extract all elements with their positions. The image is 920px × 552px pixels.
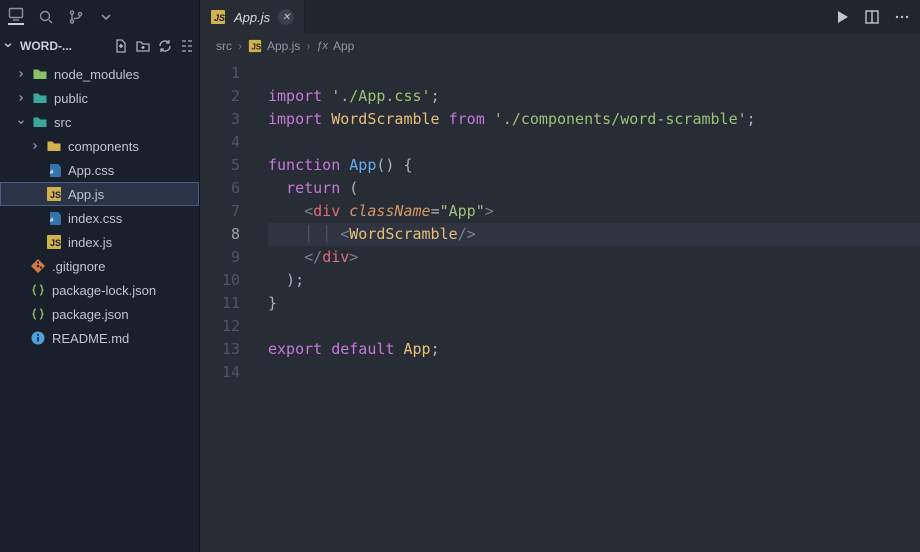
line-gutter: 1234567891011121314: [200, 58, 256, 552]
chevron-right-icon: [30, 141, 40, 151]
js-file-icon: JS: [248, 39, 262, 53]
more-icon[interactable]: [894, 9, 910, 25]
editor-area: JS App.js ✕ src › JS App.js › ƒx App 123…: [200, 0, 920, 552]
new-file-icon[interactable]: [113, 38, 129, 54]
chevron-right-icon: [16, 93, 26, 103]
tree-item-label: App.js: [68, 187, 104, 202]
tree-item-label: components: [68, 139, 139, 154]
folder-icon: [32, 90, 48, 106]
folder-icon: [46, 138, 62, 154]
tree-item-label: index.css: [68, 211, 122, 226]
svg-text:JS: JS: [214, 13, 225, 23]
tab-app-js[interactable]: JS App.js ✕: [200, 0, 305, 34]
explorer-section-header[interactable]: WORD-...: [0, 34, 199, 58]
tree-item-label: README.md: [52, 331, 129, 346]
file-info-icon: [30, 330, 46, 346]
tree-item-label: .gitignore: [52, 259, 105, 274]
breadcrumb-src: src: [216, 39, 232, 53]
folder-components[interactable]: components: [0, 134, 199, 158]
file-git-icon: [30, 258, 46, 274]
breadcrumb-file: JS App.js: [248, 39, 300, 53]
new-folder-icon[interactable]: [135, 38, 151, 54]
file-tree: node_modulespublic src components # App.css J…: [0, 58, 199, 350]
collapse-all-icon[interactable]: [179, 38, 195, 54]
folder-node-modules[interactable]: node_modules: [0, 62, 199, 86]
folder-public[interactable]: public: [0, 86, 199, 110]
sidebar-topbar: [0, 0, 199, 34]
file-css-icon: #: [46, 162, 62, 178]
tree-item-label: node_modules: [54, 67, 139, 82]
tree-item-label: src: [54, 115, 71, 130]
search-icon[interactable]: [38, 9, 54, 25]
tab-bar: JS App.js ✕: [200, 0, 920, 34]
chevron-right-icon: ›: [238, 39, 242, 53]
js-file-icon: JS: [210, 9, 226, 25]
chevron-down-icon[interactable]: [98, 9, 114, 25]
file-js-icon: JS: [46, 186, 62, 202]
branch-icon[interactable]: [68, 9, 84, 25]
file-css-icon: #: [46, 210, 62, 226]
file-package-lock-json[interactable]: package-lock.json: [0, 278, 199, 302]
file--gitignore[interactable]: .gitignore: [0, 254, 199, 278]
file-package-json[interactable]: package.json: [0, 302, 199, 326]
explorer-icon[interactable]: [8, 9, 24, 25]
file-readme-md[interactable]: README.md: [0, 326, 199, 350]
sidebar: WORD-... node_modulespublic src components…: [0, 0, 200, 552]
refresh-icon[interactable]: [157, 38, 173, 54]
run-icon[interactable]: [834, 9, 850, 25]
breadcrumb[interactable]: src › JS App.js › ƒx App: [200, 34, 920, 58]
file-app-css[interactable]: # App.css: [0, 158, 199, 182]
workspace-name: WORD-...: [20, 39, 109, 53]
tree-item-label: package-lock.json: [52, 283, 156, 298]
file-json-icon: [30, 282, 46, 298]
chevron-right-icon: [16, 69, 26, 79]
tree-item-label: index.js: [68, 235, 112, 250]
svg-text:JS: JS: [50, 190, 61, 200]
chevron-right-icon: ›: [306, 39, 310, 53]
svg-text:JS: JS: [50, 238, 61, 248]
code-body[interactable]: import './App.css';import WordScramble f…: [256, 58, 920, 552]
folder-icon: [32, 66, 48, 82]
code-editor[interactable]: 1234567891011121314 import './App.css';i…: [200, 58, 920, 552]
folder-icon: [32, 114, 48, 130]
folder-src[interactable]: src: [0, 110, 199, 134]
explorer-actions: [113, 38, 195, 54]
chevron-down-icon: [2, 39, 16, 54]
split-editor-icon[interactable]: [864, 9, 880, 25]
tabbar-actions: [834, 0, 920, 34]
file-index-css[interactable]: # index.css: [0, 206, 199, 230]
file-js-icon: JS: [46, 234, 62, 250]
chevron-down-icon: [16, 117, 26, 127]
file-index-js[interactable]: JS index.js: [0, 230, 199, 254]
tree-item-label: public: [54, 91, 88, 106]
tab-label: App.js: [234, 10, 270, 25]
tree-item-label: package.json: [52, 307, 129, 322]
tree-item-label: App.css: [68, 163, 114, 178]
breadcrumb-symbol: ƒx App: [316, 39, 354, 53]
file-json-icon: [30, 306, 46, 322]
close-icon[interactable]: ✕: [278, 9, 294, 25]
file-app-js[interactable]: JS App.js: [0, 182, 199, 206]
svg-text:JS: JS: [252, 43, 262, 52]
function-icon: ƒx: [316, 40, 328, 52]
